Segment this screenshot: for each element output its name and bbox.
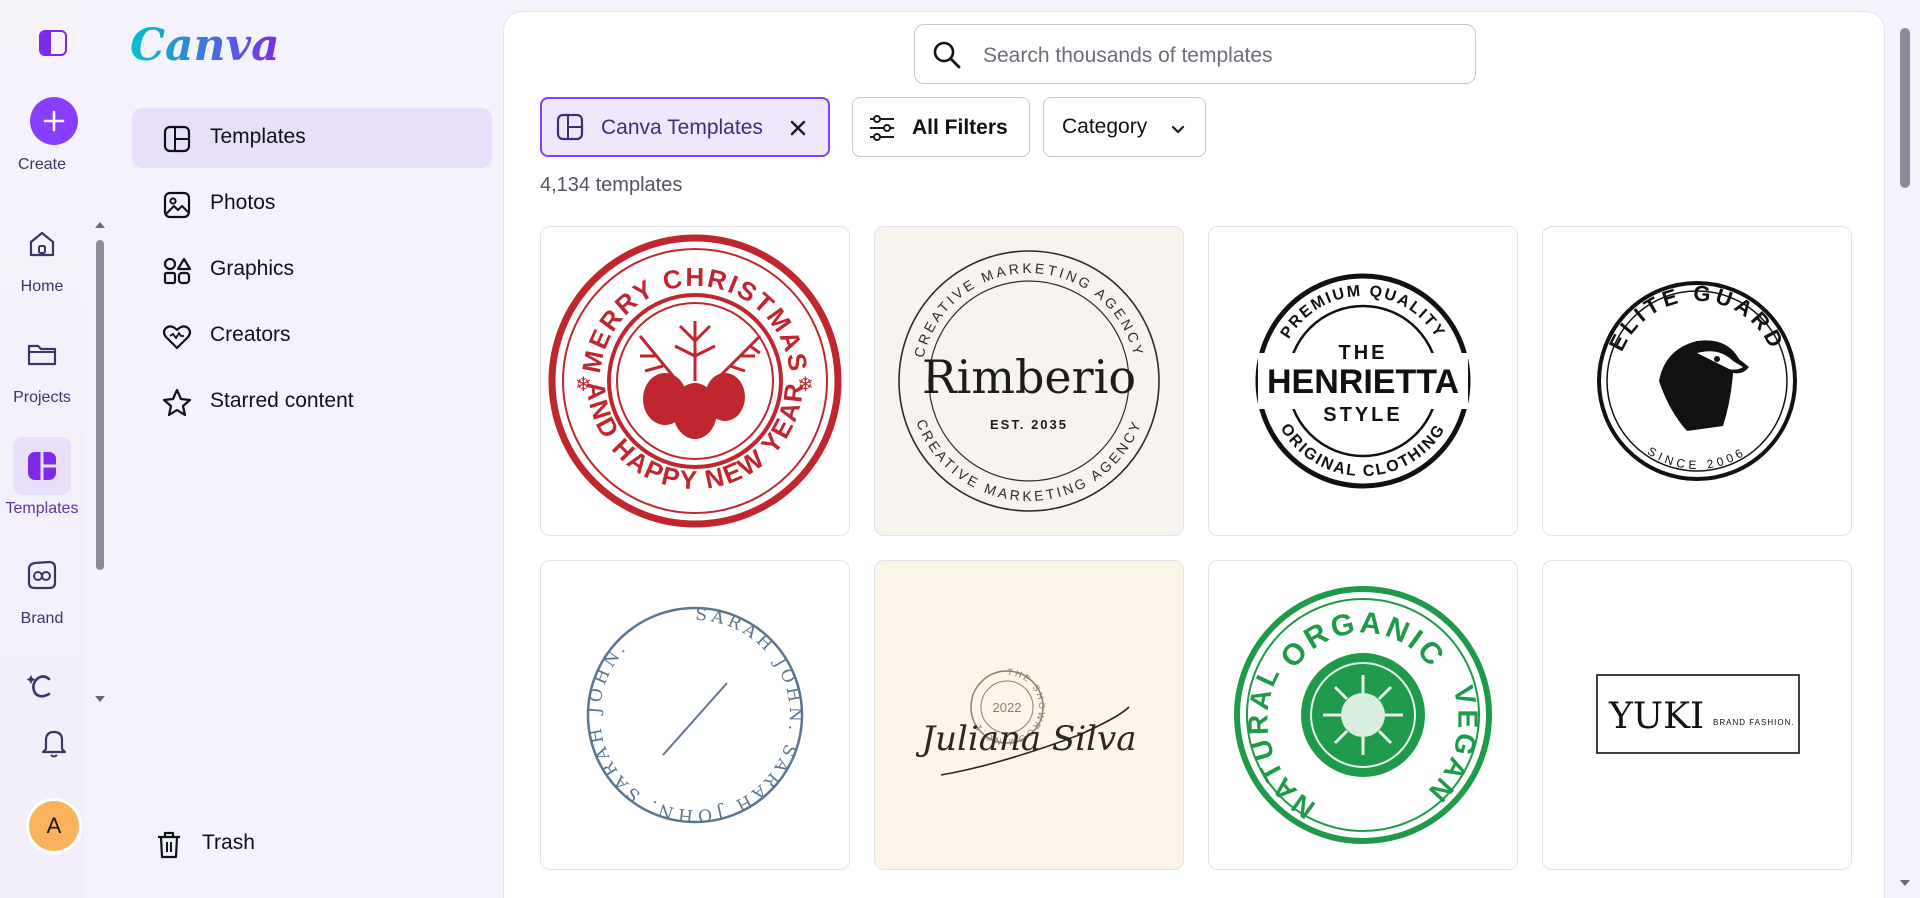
nav-item-label: Creators bbox=[210, 323, 291, 346]
nav-item-starred[interactable]: Starred content bbox=[132, 372, 492, 432]
organic-stamp-thumbnail: ORGANIC NATURAL VEGAN bbox=[1234, 586, 1492, 844]
templates-icon bbox=[162, 124, 192, 154]
svg-text:PREMIUM QUALITY: PREMIUM QUALITY bbox=[1278, 283, 1449, 342]
henrietta-logo-thumbnail: PREMIUM QUALITY ORIGINAL CLOTHING THE HE… bbox=[1255, 273, 1471, 489]
chip-label: Canva Templates bbox=[601, 116, 763, 139]
sliders-icon bbox=[867, 113, 897, 149]
svg-text:CREATIVE MARKETING AGENCY: CREATIVE MARKETING AGENCY bbox=[911, 260, 1148, 359]
brand-name: YUKI bbox=[1608, 696, 1704, 737]
christmas-stamp-thumbnail: MERRY CHRISTMAS AND HAPPY NEW YEAR ❄ ❄ bbox=[548, 234, 842, 528]
nav-item-label: Starred content bbox=[210, 389, 354, 412]
main-scroll-thumb[interactable] bbox=[1900, 28, 1910, 188]
template-card[interactable]: ELITE GUARD SINCE 2006 bbox=[1542, 226, 1852, 536]
yuki-logo-thumbnail: YUKI BRAND FASHION. bbox=[1596, 674, 1800, 754]
star-icon bbox=[162, 388, 192, 418]
svg-text:❄: ❄ bbox=[797, 372, 814, 396]
rail-item-templates[interactable]: Templates bbox=[0, 500, 84, 518]
nav-item-label: Graphics bbox=[210, 257, 295, 280]
nav-item-label: Trash bbox=[202, 831, 255, 854]
rail-scroll-thumb[interactable] bbox=[96, 240, 104, 570]
rimberio-logo-thumbnail: CREATIVE MARKETING AGENCY CREATIVE MARKE… bbox=[898, 250, 1160, 512]
templates-icon bbox=[556, 113, 584, 147]
templates-main: Search thousands of templates Canva Temp… bbox=[504, 12, 1884, 898]
search-input[interactable]: Search thousands of templates bbox=[914, 24, 1476, 84]
heart-icon bbox=[162, 322, 192, 352]
logo-line-3: STYLE bbox=[1323, 404, 1402, 426]
sidebar-toggle-icon[interactable] bbox=[39, 30, 67, 56]
scroll-down-icon[interactable] bbox=[1898, 878, 1912, 888]
search-placeholder: Search thousands of templates bbox=[983, 44, 1273, 67]
ring-right-text: VEGAN bbox=[1421, 683, 1480, 810]
canva-templates-chip[interactable]: Canva Templates bbox=[540, 97, 830, 157]
nav-item-graphics[interactable]: Graphics bbox=[132, 240, 492, 300]
nav-item-label: Photos bbox=[210, 191, 276, 214]
juliana-silva-logo-thumbnail: THE SHOWROOM NO.1 2022 Juliana Silva bbox=[915, 667, 1137, 776]
scroll-up-icon[interactable] bbox=[93, 220, 107, 230]
ring-top-text: PREMIUM QUALITY bbox=[1278, 283, 1447, 342]
search-icon bbox=[931, 39, 963, 76]
nav-item-photos[interactable]: Photos bbox=[132, 174, 492, 234]
home-icon[interactable] bbox=[24, 226, 60, 262]
category-dropdown[interactable]: Category bbox=[1043, 97, 1206, 157]
brand-sub: BRAND FASHION. bbox=[1713, 718, 1795, 727]
ring-top-text: CREATIVE MARKETING AGENCY bbox=[911, 260, 1145, 359]
svg-text:❄: ❄ bbox=[575, 372, 592, 396]
rail-item-brand[interactable]: Brand bbox=[0, 610, 84, 628]
create-label: Create bbox=[17, 156, 67, 173]
logo-line-1: THE bbox=[1339, 342, 1388, 364]
rail-item-projects[interactable]: Projects bbox=[0, 389, 84, 407]
elite-guard-logo-thumbnail: ELITE GUARD SINCE 2006 bbox=[1597, 280, 1797, 481]
folder-icon[interactable] bbox=[24, 336, 60, 372]
nav-item-trash[interactable]: Trash bbox=[124, 814, 484, 874]
all-filters-label: All Filters bbox=[912, 116, 1008, 139]
all-filters-button[interactable]: All Filters bbox=[852, 97, 1030, 157]
svg-text:VEGAN: VEGAN bbox=[1421, 683, 1483, 810]
stamp-year: 2022 bbox=[993, 700, 1022, 715]
svg-text:SARAH JOHN. SARAH JOHN. SARAH: SARAH JOHN. SARAH JOHN. SARAH JOHN. bbox=[585, 605, 805, 826]
side-panel: Canva Templates Photos Graphics Creators… bbox=[112, 0, 504, 898]
trash-icon bbox=[154, 830, 184, 860]
templates-icon[interactable] bbox=[13, 437, 71, 495]
close-icon[interactable] bbox=[788, 118, 808, 144]
brand-icon[interactable] bbox=[24, 557, 60, 593]
template-card[interactable]: PREMIUM QUALITY ORIGINAL CLOTHING THE HE… bbox=[1208, 226, 1518, 536]
create-button[interactable] bbox=[30, 97, 78, 145]
canva-ai-icon[interactable] bbox=[24, 668, 60, 704]
template-card[interactable]: ORGANIC NATURAL VEGAN bbox=[1208, 560, 1518, 870]
brand-name: Rimberio bbox=[922, 350, 1136, 404]
canva-logo[interactable]: Canva bbox=[130, 20, 280, 71]
graphics-icon bbox=[162, 256, 192, 286]
ring-text: SARAH JOHN. SARAH JOHN. SARAH JOHN. bbox=[585, 605, 801, 826]
template-card[interactable]: CREATIVE MARKETING AGENCY CREATIVE MARKE… bbox=[874, 226, 1184, 536]
app-rail: Create Home Projects Templates Brand A bbox=[0, 0, 84, 898]
template-card[interactable]: SARAH JOHN. SARAH JOHN. SARAH JOHN. bbox=[540, 560, 850, 870]
ring-bottom-text: SINCE 2006 bbox=[1645, 444, 1745, 472]
svg-text:SINCE 2006: SINCE 2006 bbox=[1645, 444, 1749, 472]
svg-text:ORIGINAL CLOTHING: ORIGINAL CLOTHING bbox=[1277, 421, 1449, 480]
photos-icon bbox=[162, 190, 192, 220]
template-card[interactable]: THE SHOWROOM NO.1 2022 Juliana Silva bbox=[874, 560, 1184, 870]
template-card[interactable]: YUKI BRAND FASHION. bbox=[1542, 560, 1852, 870]
bell-icon[interactable] bbox=[36, 724, 72, 760]
template-count: 4,134 templates bbox=[540, 174, 683, 196]
nav-item-label: Templates bbox=[210, 125, 306, 148]
scroll-down-icon[interactable] bbox=[93, 694, 107, 704]
rail-scrollbar[interactable] bbox=[93, 220, 107, 710]
category-label: Category bbox=[1062, 115, 1148, 138]
brand-sub: EST. 2035 bbox=[990, 417, 1068, 432]
main-scrollbar[interactable] bbox=[1898, 18, 1912, 890]
avatar[interactable]: A bbox=[29, 801, 79, 851]
ring-bottom-text: ORIGINAL CLOTHING bbox=[1277, 421, 1447, 480]
rail-item-home[interactable]: Home bbox=[0, 278, 84, 296]
plus-icon bbox=[43, 110, 65, 132]
chevron-down-icon bbox=[1170, 120, 1186, 144]
nav-item-templates[interactable]: Templates bbox=[132, 108, 492, 168]
template-card[interactable]: MERRY CHRISTMAS AND HAPPY NEW YEAR ❄ ❄ bbox=[540, 226, 850, 536]
logo-line-2: HENRIETTA bbox=[1267, 363, 1459, 401]
sarah-john-logo-thumbnail: SARAH JOHN. SARAH JOHN. SARAH JOHN. bbox=[585, 605, 805, 826]
nav-item-creators[interactable]: Creators bbox=[132, 306, 492, 366]
